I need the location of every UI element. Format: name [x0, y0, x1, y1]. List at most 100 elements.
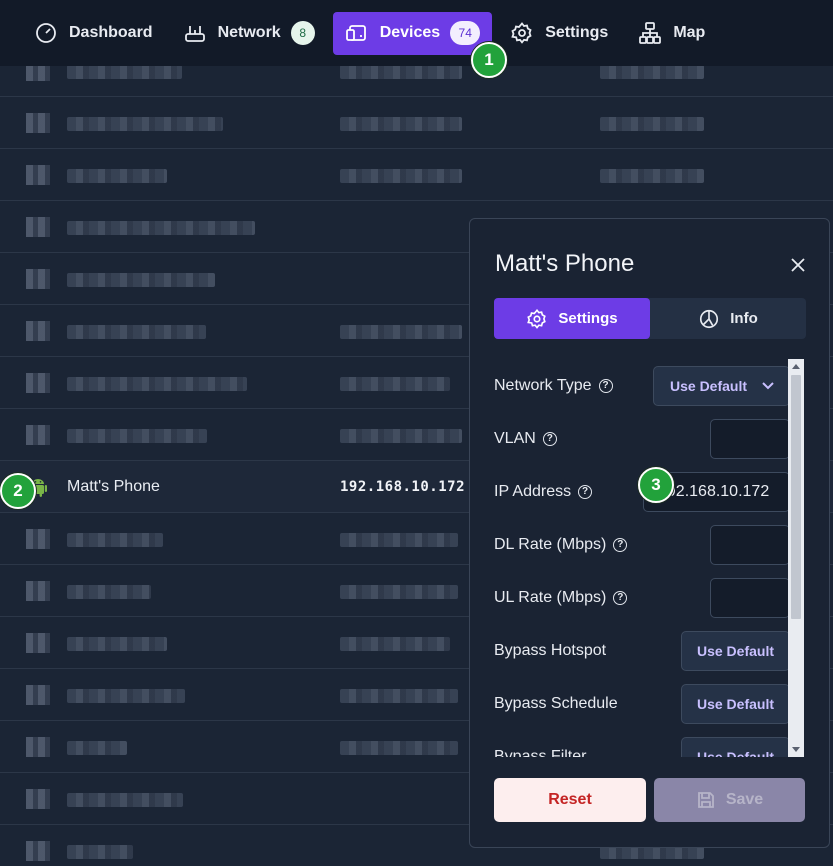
bypass-filter-label: Bypass Filter: [494, 747, 587, 758]
device-type-icon: [26, 217, 50, 237]
device-type-icon: [26, 789, 50, 809]
marker-1: 1: [471, 42, 507, 78]
redacted-name: [67, 741, 127, 755]
redacted-name: [67, 585, 151, 599]
device-type-icon: [26, 581, 50, 601]
redacted-ip: [340, 169, 462, 183]
devices-count-badge: 74: [450, 21, 481, 45]
device-type-icon: [26, 269, 50, 289]
nav-settings[interactable]: Settings: [498, 12, 620, 55]
device-type-icon: [26, 165, 50, 185]
help-icon[interactable]: ?: [613, 537, 628, 552]
field-label: UL Rate (Mbps)?: [494, 588, 628, 607]
help-icon[interactable]: ?: [542, 431, 557, 446]
device-type-icon: [26, 737, 50, 757]
chevron-down-icon: [762, 382, 774, 390]
dl-rate-label: DL Rate (Mbps): [494, 535, 607, 553]
device-type-icon: [26, 321, 50, 341]
redacted-mac: [600, 65, 704, 79]
redacted-name: [67, 793, 183, 807]
network-type-label: Network Type: [494, 376, 592, 394]
scroll-up-arrow-icon[interactable]: [792, 364, 800, 369]
gear-icon: [511, 22, 532, 44]
redacted-name: [67, 637, 167, 651]
device-name: Matt's Phone: [67, 478, 160, 495]
ul-rate-input[interactable]: [710, 577, 790, 618]
redacted-ip: [340, 429, 462, 443]
redacted-ip: [340, 689, 458, 703]
field-label: IP Address?: [494, 483, 593, 501]
network-type-value: Use Default: [670, 377, 748, 394]
help-icon[interactable]: ?: [598, 378, 613, 393]
network-type-select[interactable]: Use Default: [653, 365, 790, 406]
field-label: Network Type?: [494, 377, 613, 395]
device-type-icon: [26, 113, 50, 133]
help-icon[interactable]: ?: [578, 484, 593, 499]
panel-title: Matt's Phone: [495, 250, 635, 277]
nav-map-label: Map: [673, 24, 706, 41]
redacted-mac: [600, 169, 704, 183]
nav-network-label: Network: [217, 24, 281, 41]
nav-settings-label: Settings: [545, 24, 609, 41]
sitemap-icon: [639, 22, 662, 44]
settings-form: Network Type? Use Default VLAN? IP Addre…: [494, 359, 790, 757]
close-button[interactable]: [786, 253, 810, 277]
redacted-ip: [340, 533, 458, 547]
dl-rate-input[interactable]: [710, 524, 790, 565]
redacted-name: [67, 117, 223, 131]
redacted-name: [67, 845, 133, 859]
device-type-icon: [26, 425, 50, 445]
scroll-down-arrow-icon[interactable]: [792, 747, 800, 752]
field-label: VLAN?: [494, 430, 557, 448]
field-bypass-hotspot: Bypass Hotspot Use Default: [494, 624, 790, 677]
gear-icon: [527, 308, 547, 329]
gauge-icon: [36, 23, 56, 43]
help-icon[interactable]: ?: [613, 590, 628, 605]
field-bypass-schedule: Bypass Schedule Use Default: [494, 677, 790, 730]
bypass-schedule-button[interactable]: Use Default: [681, 683, 790, 724]
nav-network[interactable]: Network 8: [171, 12, 327, 55]
table-row[interactable]: [0, 97, 833, 149]
redacted-mac: [600, 117, 704, 131]
vlan-label: VLAN: [494, 429, 536, 447]
nav-devices-label: Devices: [379, 24, 441, 41]
field-bypass-filter: Bypass Filter Use Default: [494, 730, 790, 757]
redacted-name: [67, 221, 255, 235]
tab-settings-label: Settings: [558, 310, 618, 327]
redacted-name: [67, 325, 206, 339]
redacted-name: [67, 65, 182, 79]
nav-dashboard[interactable]: Dashboard: [22, 12, 165, 55]
redacted-name: [67, 377, 247, 391]
redacted-ip: [340, 65, 462, 79]
redacted-name: [67, 689, 185, 703]
form-scrollbar[interactable]: [788, 359, 804, 757]
info-chart-icon: [700, 309, 719, 328]
device-type-icon: [26, 685, 50, 705]
scroll-thumb[interactable]: [791, 375, 801, 619]
redacted-ip: [340, 117, 462, 131]
reset-button[interactable]: Reset: [494, 778, 646, 822]
close-icon: [791, 258, 805, 272]
table-row[interactable]: [0, 149, 833, 201]
nav-devices[interactable]: Devices 74: [332, 11, 493, 55]
router-icon: [184, 26, 205, 42]
bypass-schedule-label: Bypass Schedule: [494, 694, 618, 712]
marker-3: 3: [638, 467, 674, 503]
redacted-ip: [340, 585, 458, 599]
tab-settings[interactable]: Settings: [494, 298, 650, 339]
ul-rate-label: UL Rate (Mbps): [494, 588, 607, 606]
save-button[interactable]: Save: [654, 778, 805, 822]
vlan-input[interactable]: [710, 418, 790, 459]
top-navigation: Dashboard Network 8 Devices 74 Settings …: [0, 0, 833, 66]
redacted-ip: [340, 637, 450, 651]
tab-info-label: Info: [730, 310, 758, 327]
nav-map[interactable]: Map: [626, 12, 717, 55]
nav-dashboard-label: Dashboard: [69, 24, 153, 41]
bypass-filter-button[interactable]: Use Default: [681, 736, 790, 757]
redacted-ip: [340, 741, 458, 755]
field-network-type: Network Type? Use Default: [494, 359, 790, 412]
field-label: DL Rate (Mbps)?: [494, 535, 628, 554]
bypass-hotspot-button[interactable]: Use Default: [681, 630, 790, 671]
tab-info[interactable]: Info: [650, 298, 806, 339]
redacted-ip: [340, 377, 450, 391]
